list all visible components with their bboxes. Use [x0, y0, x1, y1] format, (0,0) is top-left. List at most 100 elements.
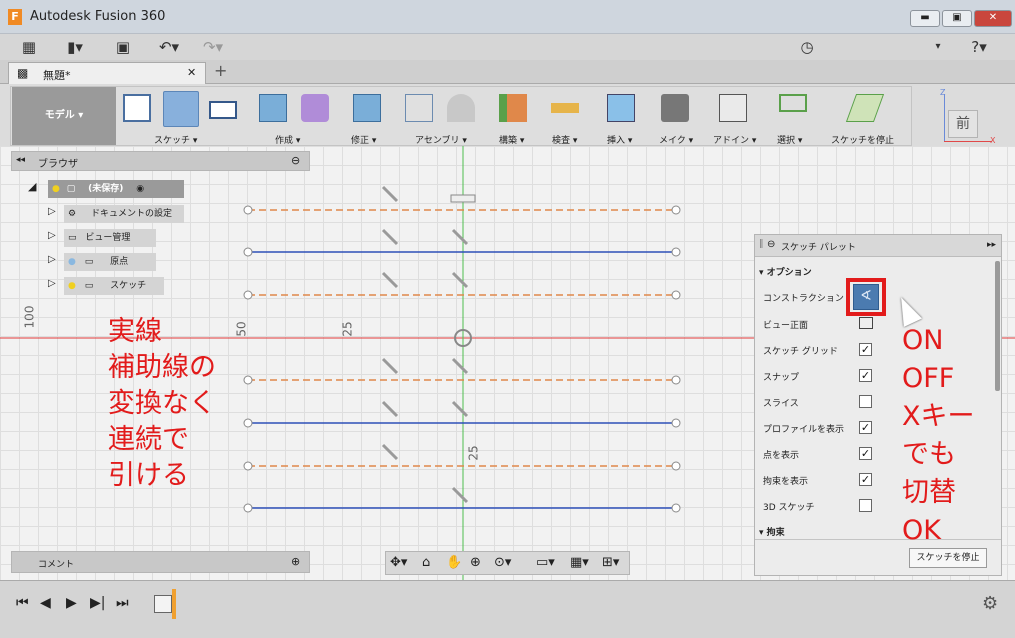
scripts-icon[interactable]: [719, 94, 747, 122]
slice-checkbox[interactable]: [859, 395, 872, 408]
browser-item-origin[interactable]: ● ▭ 原点: [64, 253, 156, 271]
inspect-group-label[interactable]: 検査 ▾: [552, 133, 577, 146]
3d-sketch-checkbox[interactable]: [859, 499, 872, 512]
expand-icon[interactable]: ▷: [48, 230, 56, 241]
browser-item-sketches[interactable]: ● ▭ スケッチ: [64, 277, 164, 295]
new-tab-icon[interactable]: +: [214, 61, 227, 80]
expand-icon[interactable]: ▷: [48, 254, 56, 265]
line-tool-icon[interactable]: [163, 91, 199, 127]
palette-row-label: プロファイルを表示: [763, 425, 845, 435]
measure-icon[interactable]: [551, 103, 579, 113]
redo-icon[interactable]: ↷▾: [196, 37, 230, 57]
display-settings-icon[interactable]: ▭▾: [536, 555, 555, 570]
extrude-icon[interactable]: [259, 94, 287, 122]
modify-icon[interactable]: [353, 94, 381, 122]
undo-icon[interactable]: ↶▾: [152, 37, 186, 57]
new-component-icon[interactable]: [405, 94, 433, 122]
go-to-end-icon[interactable]: ⏭: [116, 595, 129, 611]
joint-icon[interactable]: [447, 94, 475, 122]
visibility-bulb-icon[interactable]: ●: [68, 281, 76, 291]
sketch-group-label[interactable]: スケッチ ▾: [154, 133, 197, 146]
save-icon[interactable]: ▣: [112, 37, 134, 57]
modify-group-label[interactable]: 修正 ▾: [351, 133, 376, 146]
document-tab[interactable]: ▩ 無題* ✕: [8, 62, 206, 84]
viewports-icon[interactable]: ⊞▾: [602, 555, 619, 570]
browser-item-label: スケッチ: [110, 281, 147, 291]
construct-group-label[interactable]: 構築 ▾: [499, 133, 524, 146]
timeline-marker[interactable]: [172, 589, 176, 619]
endpoint: [243, 461, 253, 471]
maximize-button[interactable]: ▣: [942, 10, 972, 27]
browser-item-named-views[interactable]: ▭ ビュー管理: [64, 229, 156, 247]
view-cube[interactable]: 前 Z X: [936, 88, 998, 148]
constraints-section-header[interactable]: ▾ 拘束: [759, 525, 785, 538]
look-at-nav-icon[interactable]: ⌂: [422, 555, 430, 570]
palette-header[interactable]: ‖ ⊖ スケッチ パレット ▸▸: [755, 235, 1001, 257]
view-cube-front-face[interactable]: 前: [948, 110, 978, 138]
create-sketch-icon[interactable]: [123, 94, 151, 122]
close-window-button[interactable]: ✕: [974, 10, 1012, 27]
show-points-checkbox[interactable]: ✓: [859, 447, 872, 460]
pan-hand-icon[interactable]: ✋: [446, 555, 462, 570]
palette-row-label: 拘束を表示: [763, 477, 809, 487]
rectangle-tool-icon[interactable]: [209, 101, 237, 119]
minimize-button[interactable]: ▬: [910, 10, 940, 27]
activate-radio-icon[interactable]: ◉: [136, 184, 144, 194]
clock-icon[interactable]: ◷: [796, 37, 818, 57]
fit-zoom-icon[interactable]: ⊙▾: [494, 555, 511, 570]
form-icon[interactable]: [301, 94, 329, 122]
snap-checkbox[interactable]: ✓: [859, 369, 872, 382]
insert-image-icon[interactable]: [607, 94, 635, 122]
endpoint: [243, 375, 253, 385]
expand-palette-icon[interactable]: ▸▸: [987, 240, 996, 250]
show-profile-checkbox[interactable]: ✓: [859, 421, 872, 434]
expand-root-icon[interactable]: ◢: [28, 180, 36, 193]
close-tab-icon[interactable]: ✕: [187, 66, 196, 79]
browser-item-document-settings[interactable]: ⚙ ドキュメントの設定: [64, 205, 184, 223]
3d-print-icon[interactable]: [661, 94, 689, 122]
addins-group-label[interactable]: アドイン ▾: [713, 133, 756, 146]
palette-row-label: スケッチ グリッド: [763, 347, 838, 357]
step-back-icon[interactable]: ◀: [40, 595, 51, 611]
sketch-grid-checkbox[interactable]: ✓: [859, 343, 872, 356]
palette-scrollbar[interactable]: [995, 261, 1000, 391]
sketch-timeline-item[interactable]: [154, 595, 172, 613]
timeline-settings-icon[interactable]: ⚙: [982, 593, 998, 614]
step-forward-icon[interactable]: ▶|: [90, 595, 105, 611]
grid-settings-icon[interactable]: ▦▾: [570, 555, 589, 570]
options-section-header[interactable]: ▾ オプション: [759, 265, 812, 278]
play-icon[interactable]: ▶: [66, 595, 77, 611]
browser-header[interactable]: ◂◂ ブラウザ ⊖: [11, 151, 310, 171]
comments-panel[interactable]: コメント ⊕: [11, 551, 310, 573]
add-comment-icon[interactable]: ⊕: [291, 555, 300, 568]
zoom-icon[interactable]: ⊕: [470, 555, 481, 570]
stop-sketch-icon[interactable]: [845, 94, 885, 122]
orbit-icon[interactable]: ✥▾: [390, 555, 407, 570]
select-icon[interactable]: [779, 94, 807, 112]
select-group-label[interactable]: 選択 ▾: [777, 133, 802, 146]
dropdown-icon[interactable]: ▾: [928, 37, 948, 57]
assemble-group-label[interactable]: アセンブリ ▾: [415, 133, 467, 146]
visibility-bulb-icon[interactable]: ●: [52, 184, 60, 194]
expand-icon[interactable]: ▷: [48, 206, 56, 217]
create-group-label[interactable]: 作成 ▾: [275, 133, 300, 146]
go-to-start-icon[interactable]: ⏮: [16, 595, 29, 611]
stop-sketch-label[interactable]: スケッチを停止: [831, 133, 894, 146]
make-group-label[interactable]: メイク ▾: [659, 133, 693, 146]
browser-root-node[interactable]: ● ▢ (未保存) ◉: [48, 180, 184, 198]
workspace-selector[interactable]: モデル ▾: [12, 87, 116, 145]
construct-icon[interactable]: [499, 94, 527, 122]
look-at-icon[interactable]: [859, 317, 873, 329]
visibility-bulb-icon[interactable]: ●: [68, 257, 76, 267]
expand-icon[interactable]: ▷: [48, 278, 56, 289]
help-icon[interactable]: ?▾: [962, 37, 996, 57]
file-menu-icon[interactable]: ▮▾: [60, 37, 90, 57]
show-constraints-checkbox[interactable]: ✓: [859, 473, 872, 486]
stop-sketch-button[interactable]: スケッチを停止: [909, 548, 987, 568]
app-grid-icon[interactable]: ▦: [18, 37, 40, 57]
component-icon: ▢: [66, 184, 76, 194]
palette-menu-icon[interactable]: ⊖: [767, 239, 775, 250]
browser-menu-icon[interactable]: ⊖: [291, 154, 300, 167]
insert-group-label[interactable]: 挿入 ▾: [607, 133, 632, 146]
collapse-browser-icon[interactable]: ◂◂: [16, 155, 25, 165]
